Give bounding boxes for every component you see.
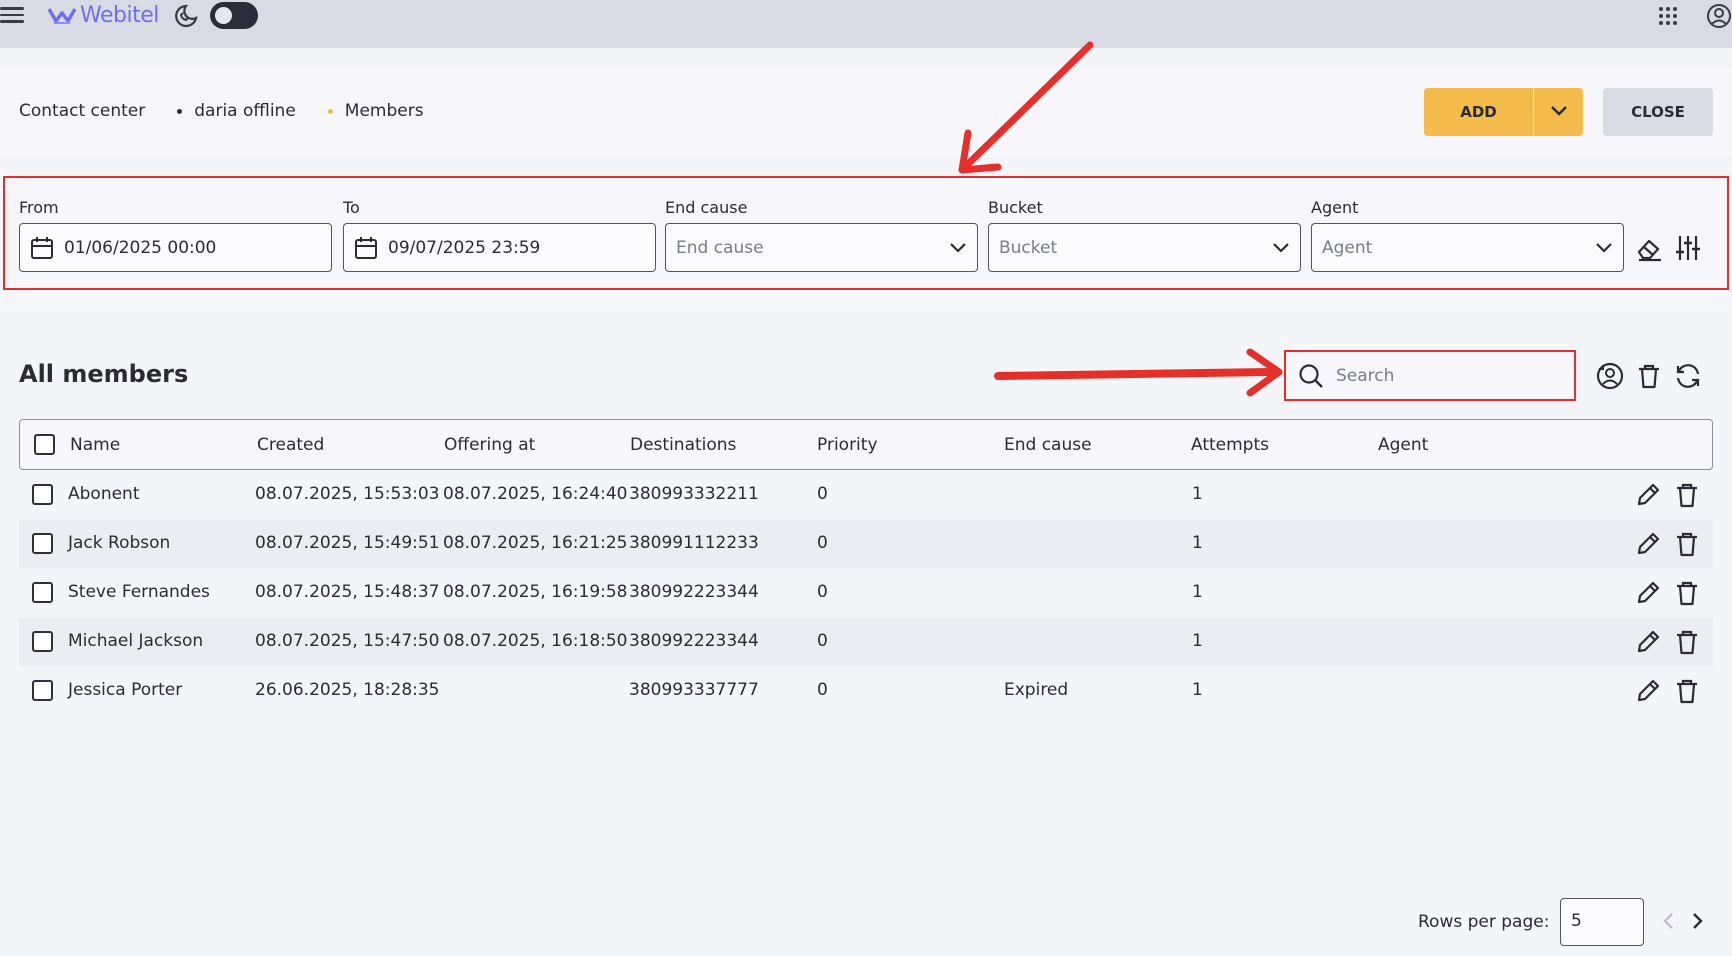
top-bar: Webitel (0, 0, 1732, 48)
cell-name: Abonent (68, 484, 140, 504)
row-checkbox[interactable] (32, 631, 53, 652)
table-row[interactable]: Jessica Porter 26.06.2025, 18:28:35 380993… (19, 667, 1713, 715)
menu-icon[interactable] (0, 3, 26, 27)
column-header-created[interactable]: Created (257, 435, 324, 455)
cell-priority: 0 (817, 680, 828, 700)
breadcrumb-separator (327, 108, 333, 114)
phone-moon-icon[interactable] (172, 4, 198, 28)
column-header-destinations[interactable]: Destinations (630, 435, 736, 455)
chevron-down-icon (1550, 105, 1567, 116)
apps-grid-icon[interactable] (1657, 5, 1679, 27)
cell-priority: 0 (817, 484, 828, 504)
column-header-attempts[interactable]: Attempts (1191, 435, 1269, 455)
cell-end-cause: Expired (1004, 680, 1069, 700)
breadcrumb-item-members: Members (344, 101, 424, 121)
webitel-logo-icon (48, 7, 76, 24)
refresh-icon[interactable] (1674, 362, 1702, 390)
cell-name: Steve Fernandes (68, 582, 210, 602)
column-header-priority[interactable]: Priority (817, 435, 878, 455)
cell-destinations: 380993332211 (629, 484, 759, 504)
cell-destinations: 380991112233 (629, 533, 759, 553)
table-row[interactable]: Abonent 08.07.2025, 15:53:03 08.07.2025, 1… (19, 471, 1713, 519)
breadcrumb-item-contact-center[interactable]: Contact center (19, 101, 145, 121)
table-row[interactable]: Michael Jackson 08.07.2025, 15:47:50 08.07… (19, 618, 1713, 666)
cell-offering-at: 08.07.2025, 16:21:25 (443, 533, 628, 553)
delete-icon[interactable] (1673, 677, 1701, 705)
delete-icon[interactable] (1673, 628, 1701, 656)
table-row[interactable]: Steve Fernandes 08.07.2025, 15:48:37 08.07… (19, 569, 1713, 617)
breadcrumb-item-queue[interactable]: daria offline (194, 101, 296, 121)
cell-name: Jack Robson (68, 533, 171, 553)
edit-icon[interactable] (1634, 628, 1662, 656)
cell-offering-at: 08.07.2025, 16:19:58 (443, 582, 628, 602)
edit-icon[interactable] (1634, 677, 1662, 705)
row-checkbox[interactable] (32, 582, 53, 603)
cell-created: 08.07.2025, 15:53:03 (255, 484, 440, 504)
table-row[interactable]: Jack Robson 08.07.2025, 15:49:51 08.07.202… (19, 520, 1713, 568)
annotation-highlight-filters (3, 176, 1729, 290)
cell-destinations: 380992223344 (629, 631, 759, 651)
cell-name: Michael Jackson (68, 631, 204, 651)
table-header: Name Created Offering at Destinations Pr… (19, 419, 1713, 470)
search-input[interactable] (1336, 365, 1556, 386)
row-checkbox[interactable] (32, 533, 53, 554)
cell-attempts: 1 (1192, 484, 1203, 504)
cell-destinations: 380992223344 (629, 582, 759, 602)
edit-icon[interactable] (1634, 481, 1662, 509)
chevron-right-icon[interactable] (1688, 911, 1706, 931)
select-all-checkbox[interactable] (34, 434, 55, 455)
add-button[interactable]: ADD (1424, 88, 1533, 136)
cell-priority: 0 (817, 533, 828, 553)
cell-attempts: 1 (1192, 582, 1203, 602)
row-checkbox[interactable] (32, 680, 53, 701)
logo[interactable]: Webitel (48, 3, 159, 28)
cell-attempts: 1 (1192, 631, 1203, 651)
cell-priority: 0 (817, 582, 828, 602)
cell-priority: 0 (817, 631, 828, 651)
logo-text: Webitel (80, 3, 159, 28)
rows-per-page-select[interactable]: 5 (1560, 898, 1644, 946)
cell-created: 26.06.2025, 18:28:35 (255, 680, 440, 700)
close-button[interactable]: CLOSE (1603, 88, 1713, 136)
delete-icon[interactable] (1673, 481, 1701, 509)
cell-created: 08.07.2025, 15:47:50 (255, 631, 440, 651)
annotation-arrow-search (994, 348, 1283, 397)
delete-icon[interactable] (1673, 579, 1701, 607)
edit-icon[interactable] (1634, 530, 1662, 558)
rows-per-page-label: Rows per page: (1418, 912, 1550, 932)
cell-offering-at: 08.07.2025, 16:24:40 (443, 484, 628, 504)
cell-offering-at: 08.07.2025, 16:18:50 (443, 631, 628, 651)
column-header-name[interactable]: Name (70, 435, 120, 455)
delete-icon[interactable] (1673, 530, 1701, 558)
toggle-knob (215, 7, 232, 24)
status-toggle[interactable] (210, 2, 258, 29)
cell-destinations: 380993337777 (629, 680, 759, 700)
cell-attempts: 1 (1192, 680, 1203, 700)
breadcrumb-separator (177, 108, 183, 114)
column-header-agent[interactable]: Agent (1378, 435, 1428, 455)
chevron-left-icon (1663, 913, 1673, 929)
user-account-icon[interactable] (1706, 3, 1732, 29)
column-header-offering-at[interactable]: Offering at (444, 435, 535, 455)
breadcrumb: Contact center daria offline Members (19, 101, 424, 121)
page-title: All members (19, 360, 189, 388)
reset-user-icon[interactable] (1596, 362, 1624, 390)
cell-attempts: 1 (1192, 533, 1203, 553)
column-header-end-cause[interactable]: End cause (1004, 435, 1092, 455)
add-dropdown-button[interactable] (1534, 88, 1583, 136)
search-field[interactable] (1284, 350, 1576, 401)
cell-created: 08.07.2025, 15:48:37 (255, 582, 440, 602)
cell-name: Jessica Porter (68, 680, 183, 700)
cell-created: 08.07.2025, 15:49:51 (255, 533, 440, 553)
search-icon (1299, 363, 1323, 388)
trash-icon[interactable] (1635, 362, 1663, 390)
edit-icon[interactable] (1634, 579, 1662, 607)
row-checkbox[interactable] (32, 484, 53, 505)
